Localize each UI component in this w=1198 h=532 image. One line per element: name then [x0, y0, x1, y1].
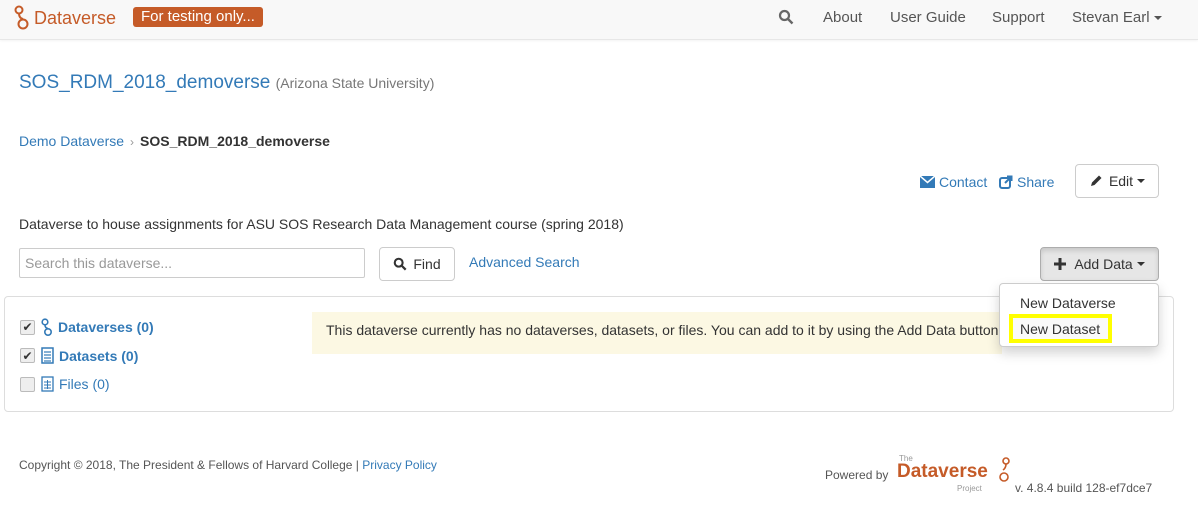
- envelope-icon: [920, 176, 935, 188]
- empty-message: This dataverse currently has no datavers…: [312, 312, 1002, 354]
- navbar: Dataverse For testing only... About User…: [0, 0, 1198, 40]
- logo-name: Dataverse: [897, 461, 988, 482]
- testing-badge: For testing only...: [133, 7, 263, 27]
- edit-label: Edit: [1108, 173, 1134, 189]
- files-checkbox[interactable]: [20, 376, 35, 392]
- nav-support[interactable]: Support: [992, 9, 1045, 26]
- share-icon: [999, 175, 1013, 189]
- dataverse-logo-icon: [14, 5, 29, 30]
- dataverse-logo-icon: [999, 457, 1010, 482]
- dataverse-affiliation: (Arizona State University): [275, 75, 435, 91]
- dataverse-description: Dataverse to house assignments for ASU S…: [19, 216, 624, 232]
- brand-link[interactable]: Dataverse: [14, 5, 116, 31]
- share-label: Share: [1017, 174, 1055, 190]
- facet-label: Datasets (0): [59, 347, 139, 364]
- pencil-icon: [1090, 175, 1102, 186]
- empty-message-text: This dataverse currently has no datavers…: [326, 322, 1002, 338]
- brand-name: Dataverse: [34, 7, 117, 28]
- facet-label: Dataverses (0): [58, 319, 154, 335]
- breadcrumb-parent[interactable]: Demo Dataverse: [19, 133, 124, 149]
- find-button[interactable]: Find: [379, 247, 455, 281]
- facet-datasets[interactable]: ✔ Datasets (0): [20, 347, 138, 364]
- copyright-text: Copyright © 2018, The President & Fellow…: [19, 458, 359, 472]
- facet-label: Files (0): [59, 376, 110, 392]
- contact-label: Contact: [939, 174, 988, 190]
- breadcrumb-current: SOS_RDM_2018_demoverse: [140, 133, 330, 149]
- powered-by: Powered by: [825, 468, 889, 482]
- chevron-down-icon: [1137, 179, 1146, 183]
- facet-files[interactable]: Files (0): [20, 376, 110, 392]
- add-data-menu: New Dataverse New Dataset: [999, 283, 1159, 347]
- page-title: SOS_RDM_2018_demoverse (Arizona State Un…: [19, 72, 434, 94]
- datasets-checkbox[interactable]: ✔: [20, 348, 35, 363]
- chevron-down-icon: [1136, 262, 1145, 266]
- find-label: Find: [413, 256, 441, 272]
- add-data-button[interactable]: Add Data: [1040, 247, 1159, 281]
- file-icon: [41, 376, 54, 392]
- nav-about[interactable]: About: [823, 9, 862, 26]
- search-icon[interactable]: [778, 9, 794, 28]
- share-link[interactable]: Share: [999, 174, 1054, 190]
- plus-icon: [1054, 258, 1067, 270]
- copyright: Copyright © 2018, The President & Fellow…: [19, 458, 437, 472]
- dataverses-checkbox[interactable]: ✔: [20, 319, 35, 335]
- breadcrumb-separator-icon: ›: [130, 135, 135, 149]
- breadcrumb: Demo Dataverse › SOS_RDM_2018_demoverse: [19, 133, 330, 149]
- dataset-icon: [41, 347, 54, 364]
- add-data-label: Add Data: [1074, 256, 1133, 272]
- logo-project: Project: [957, 484, 982, 493]
- menu-new-dataset[interactable]: New Dataset: [1020, 321, 1100, 337]
- dataverse-icon: [41, 318, 52, 336]
- menu-new-dataverse[interactable]: New Dataverse: [1020, 295, 1116, 311]
- edit-button[interactable]: Edit: [1075, 164, 1159, 198]
- advanced-search-link[interactable]: Advanced Search: [469, 254, 580, 270]
- search-icon: [394, 257, 407, 271]
- dataverse-title-link[interactable]: SOS_RDM_2018_demoverse: [19, 72, 270, 93]
- version-label: v. 4.8.4 build 128-ef7dce7: [1015, 481, 1153, 495]
- contact-link[interactable]: Contact: [920, 174, 987, 190]
- user-name: Stevan Earl: [1072, 9, 1150, 26]
- nav-user-guide[interactable]: User Guide: [890, 9, 966, 26]
- search-input[interactable]: [19, 248, 365, 278]
- user-menu[interactable]: Stevan Earl: [1072, 9, 1162, 26]
- chevron-down-icon: [1153, 16, 1162, 21]
- privacy-policy-link[interactable]: Privacy Policy: [362, 458, 437, 472]
- facet-dataverses[interactable]: ✔ Dataverses (0): [20, 318, 154, 336]
